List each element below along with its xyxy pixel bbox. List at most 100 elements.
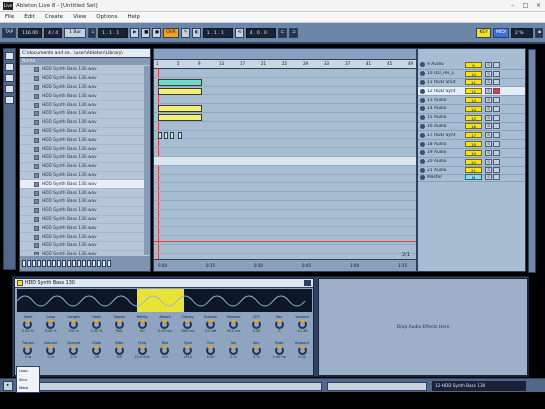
track-lane[interactable] bbox=[154, 87, 416, 96]
track-lane[interactable] bbox=[154, 175, 416, 184]
master-automation-line[interactable] bbox=[154, 241, 416, 242]
knob-icon[interactable] bbox=[251, 346, 261, 355]
track-name[interactable]: 14 Audio bbox=[427, 106, 465, 111]
knob-icon[interactable] bbox=[114, 346, 124, 355]
arrangement-scrollbar[interactable] bbox=[528, 49, 536, 273]
track-lane[interactable] bbox=[154, 95, 416, 105]
knob-icon[interactable] bbox=[23, 346, 33, 355]
browser-file-item[interactable]: HDD Synth Bass 130.wav bbox=[20, 180, 144, 190]
knob-icon[interactable] bbox=[160, 320, 170, 329]
device-browser-icon[interactable] bbox=[5, 52, 14, 60]
track-lane[interactable] bbox=[154, 113, 416, 122]
track-header[interactable]: 18 Audio 18 S bbox=[418, 140, 525, 149]
device-knob[interactable]: Pan C bbox=[268, 315, 290, 335]
track-activator[interactable]: 18 bbox=[465, 141, 482, 148]
track-activator[interactable]: 13 bbox=[465, 97, 482, 104]
device-knob[interactable]: Res 0.0 bbox=[154, 341, 176, 361]
device-knob[interactable]: Env 0.00 bbox=[200, 341, 222, 361]
device-knob[interactable]: Type LP12 bbox=[177, 341, 199, 361]
track-header[interactable]: 11 HDD Shut 11 S bbox=[418, 79, 525, 88]
knob-icon[interactable] bbox=[137, 346, 147, 355]
arm-button[interactable] bbox=[493, 97, 500, 104]
browser-file-item[interactable]: HDD Synth Bass 130.wav bbox=[20, 119, 144, 128]
device-knob[interactable]: Key 0 % bbox=[245, 341, 267, 361]
knob-icon[interactable] bbox=[160, 346, 170, 355]
arm-button[interactable] bbox=[493, 105, 500, 112]
effects-drop-zone[interactable]: Drop Audio Effects Here bbox=[318, 278, 528, 376]
audio-clip[interactable] bbox=[178, 131, 182, 139]
track-lanes[interactable] bbox=[154, 69, 416, 263]
device-knob[interactable]: Sustain 0.0 dB bbox=[200, 315, 222, 335]
loop-switch[interactable]: ⟲ bbox=[234, 28, 244, 38]
track-name[interactable]: 17 HDD Synt bbox=[427, 133, 465, 138]
track-header[interactable]: 14 Audio 14 S bbox=[418, 105, 525, 114]
track-activator[interactable]: 11 bbox=[465, 79, 482, 86]
solo-button[interactable]: S bbox=[485, 79, 492, 86]
device-knob[interactable]: Detune 0 ct bbox=[40, 341, 62, 361]
browser-file-item[interactable]: HDD Synth Bass 130.wav bbox=[20, 242, 144, 251]
preview-key[interactable] bbox=[57, 260, 61, 267]
preview-key[interactable] bbox=[42, 260, 46, 267]
device-knob[interactable]: Transp 0 st bbox=[17, 341, 39, 361]
browser-file-item[interactable]: HDD Synth Bass 130.wav bbox=[20, 75, 144, 84]
audio-clip[interactable] bbox=[164, 131, 168, 139]
browser-file-item[interactable]: HDD Synth Bass 130.wav bbox=[20, 136, 144, 146]
browser-file-item[interactable]: HDD Synth Bass 130.wav bbox=[20, 66, 144, 75]
track-lane[interactable] bbox=[154, 157, 416, 166]
device-knob[interactable]: Loop 0.00 % bbox=[40, 315, 62, 335]
device-knob[interactable]: Vel 0 % bbox=[223, 341, 245, 361]
track-activator[interactable]: 20 bbox=[465, 158, 482, 165]
maximize-icon[interactable]: □ bbox=[519, 1, 532, 10]
solo-button[interactable]: S bbox=[485, 158, 492, 165]
track-fold-icon[interactable] bbox=[420, 115, 425, 121]
solo-button[interactable]: S bbox=[485, 97, 492, 104]
solo-button[interactable]: S bbox=[485, 61, 492, 68]
minimize-icon[interactable]: – bbox=[506, 1, 519, 10]
preview-keyboard[interactable] bbox=[20, 256, 150, 271]
track-fold-icon[interactable] bbox=[420, 88, 425, 94]
browser-file-item[interactable]: HDD Synth Bass 130.wav bbox=[20, 251, 144, 255]
track-lane[interactable] bbox=[154, 183, 416, 193]
solo-button[interactable]: S bbox=[485, 149, 492, 156]
knob-icon[interactable] bbox=[69, 346, 79, 355]
device-knob[interactable]: Spread 0 % bbox=[63, 341, 85, 361]
track-name[interactable]: 12 HDD Synt bbox=[427, 89, 465, 94]
punch-out-icon[interactable]: ⊐ bbox=[288, 28, 298, 38]
track-header[interactable]: Master M S bbox=[418, 173, 525, 183]
play-button[interactable]: ▶ bbox=[130, 28, 140, 38]
browser-file-item[interactable]: HDD Synth Bass 130.wav bbox=[20, 224, 144, 234]
track-fold-icon[interactable] bbox=[420, 174, 425, 180]
device-knob[interactable]: Rate 1.00 Hz bbox=[268, 341, 290, 361]
key-map-button[interactable]: KEY bbox=[476, 28, 491, 38]
file-browser-1-icon[interactable] bbox=[5, 74, 14, 82]
popup-item[interactable]: Slice bbox=[17, 376, 39, 385]
knob-icon[interactable] bbox=[229, 346, 239, 355]
track-fold-icon[interactable] bbox=[420, 106, 425, 112]
track-lane[interactable] bbox=[154, 201, 416, 210]
track-lane[interactable] bbox=[154, 219, 416, 228]
track-header[interactable]: 20 Audio 20 S bbox=[418, 158, 525, 167]
knob-icon[interactable] bbox=[297, 346, 307, 355]
browser-file-item[interactable]: HDD Synth Bass 130.wav bbox=[20, 101, 144, 110]
browser-file-item[interactable]: HDD Synth Bass 130.wav bbox=[20, 233, 144, 242]
solo-button[interactable]: S bbox=[485, 88, 492, 95]
selected-track-display[interactable]: 12-HDD Synth Bass 130 bbox=[432, 381, 526, 391]
knob-icon[interactable] bbox=[46, 346, 56, 355]
preview-key[interactable] bbox=[67, 260, 71, 267]
file-browser-2-icon[interactable] bbox=[5, 85, 14, 93]
track-header[interactable]: 17 HDD Synt 17 S bbox=[418, 131, 525, 141]
device-knob[interactable]: Amount 0.00 bbox=[291, 341, 313, 361]
menu-help[interactable]: Help bbox=[127, 14, 140, 20]
draw-mode-icon[interactable]: ✎ bbox=[180, 28, 190, 38]
track-fold-icon[interactable] bbox=[420, 141, 425, 147]
preview-key[interactable] bbox=[37, 260, 41, 267]
menu-file[interactable]: File bbox=[5, 14, 14, 20]
arm-button[interactable] bbox=[493, 61, 500, 68]
preview-key[interactable] bbox=[107, 260, 111, 267]
browser-file-item[interactable]: HDD Synth Bass 130.wav bbox=[20, 172, 144, 181]
track-lane[interactable] bbox=[154, 69, 416, 78]
track-name[interactable]: Master bbox=[427, 175, 465, 180]
browser-file-item[interactable]: HDD Synth Bass 130.wav bbox=[20, 145, 144, 154]
track-name[interactable]: 16 Audio bbox=[427, 124, 465, 129]
device-knob[interactable]: Release 50.0 ms bbox=[223, 315, 245, 335]
